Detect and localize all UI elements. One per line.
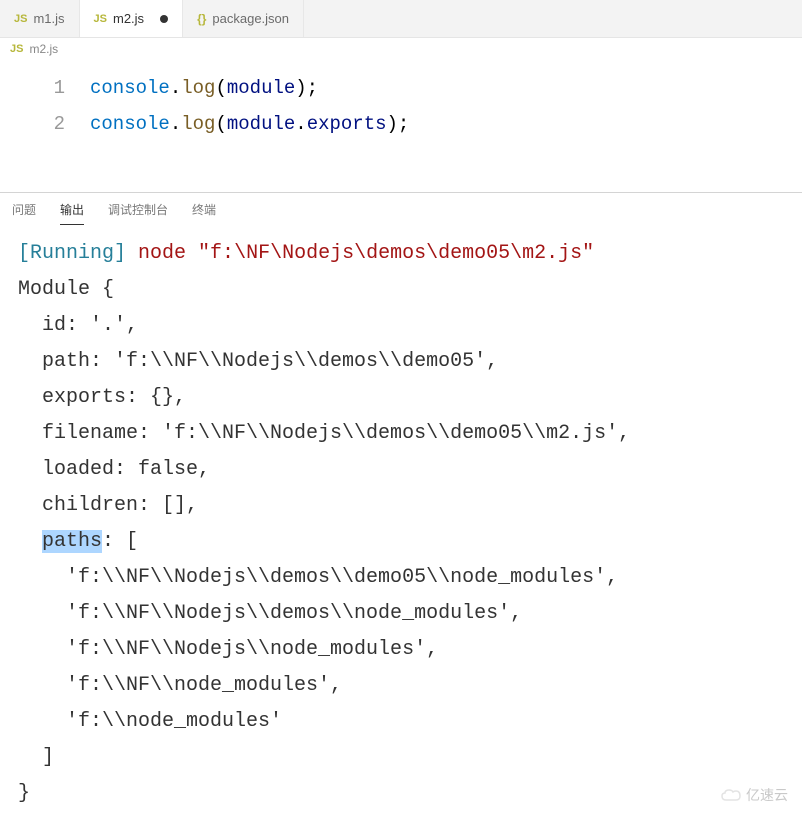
- code-token: );: [387, 113, 410, 135]
- line-number: 2: [0, 106, 65, 142]
- code-line[interactable]: console.log(module.exports);: [90, 106, 409, 142]
- js-icon: JS: [10, 43, 23, 55]
- code-token: console: [90, 77, 170, 99]
- code-token: module: [227, 77, 295, 99]
- code-token: module: [227, 113, 295, 135]
- unsaved-dot-icon: [160, 15, 168, 23]
- code-line[interactable]: console.log(module);: [90, 70, 409, 106]
- code-content[interactable]: console.log(module);console.log(module.e…: [90, 70, 409, 142]
- watermark-text: 亿速云: [746, 785, 788, 805]
- code-token: log: [181, 77, 215, 99]
- code-token: );: [295, 77, 318, 99]
- bottom-panel: 问题 输出 调试控制台 终端 [Running] node "f:\NF\Nod…: [0, 192, 802, 822]
- output-command: node "f:\NF\Nodejs\demos\demo05\m2.js": [138, 242, 594, 265]
- panel-tab-debug[interactable]: 调试控制台: [108, 201, 168, 225]
- code-token: console: [90, 113, 170, 135]
- panel-tab-terminal[interactable]: 终端: [192, 201, 216, 225]
- code-editor[interactable]: 1 2 console.log(module);console.log(modu…: [0, 60, 802, 162]
- js-icon: JS: [94, 13, 107, 25]
- js-icon: JS: [14, 13, 27, 25]
- code-token: (: [215, 113, 226, 135]
- tab-m1[interactable]: JS m1.js: [0, 0, 80, 37]
- watermark: 亿速云: [720, 785, 788, 805]
- line-number-gutter: 1 2: [0, 70, 90, 142]
- output-content[interactable]: [Running] node "f:\NF\Nodejs\demos\demo0…: [0, 226, 802, 822]
- line-number: 1: [0, 70, 65, 106]
- editor-tab-bar: JS m1.js JS m2.js {} package.json: [0, 0, 802, 38]
- code-token: .: [295, 113, 306, 135]
- code-token: exports: [307, 113, 387, 135]
- output-running: [Running]: [18, 242, 126, 265]
- panel-tab-bar: 问题 输出 调试控制台 终端: [0, 193, 802, 226]
- panel-tab-output[interactable]: 输出: [60, 201, 84, 225]
- json-icon: {}: [197, 12, 206, 26]
- code-token: log: [181, 113, 215, 135]
- highlighted-key: paths: [42, 530, 102, 553]
- code-token: (: [215, 77, 226, 99]
- panel-tab-problems[interactable]: 问题: [12, 201, 36, 225]
- tab-label: m2.js: [113, 11, 144, 26]
- code-token: .: [170, 77, 181, 99]
- cloud-icon: [720, 788, 742, 802]
- breadcrumb[interactable]: JS m2.js: [0, 38, 802, 60]
- tab-label: package.json: [212, 11, 289, 26]
- tab-label: m1.js: [33, 11, 64, 26]
- tab-package-json[interactable]: {} package.json: [183, 0, 304, 37]
- tab-m2[interactable]: JS m2.js: [80, 0, 184, 37]
- code-token: .: [170, 113, 181, 135]
- breadcrumb-label: m2.js: [29, 42, 58, 56]
